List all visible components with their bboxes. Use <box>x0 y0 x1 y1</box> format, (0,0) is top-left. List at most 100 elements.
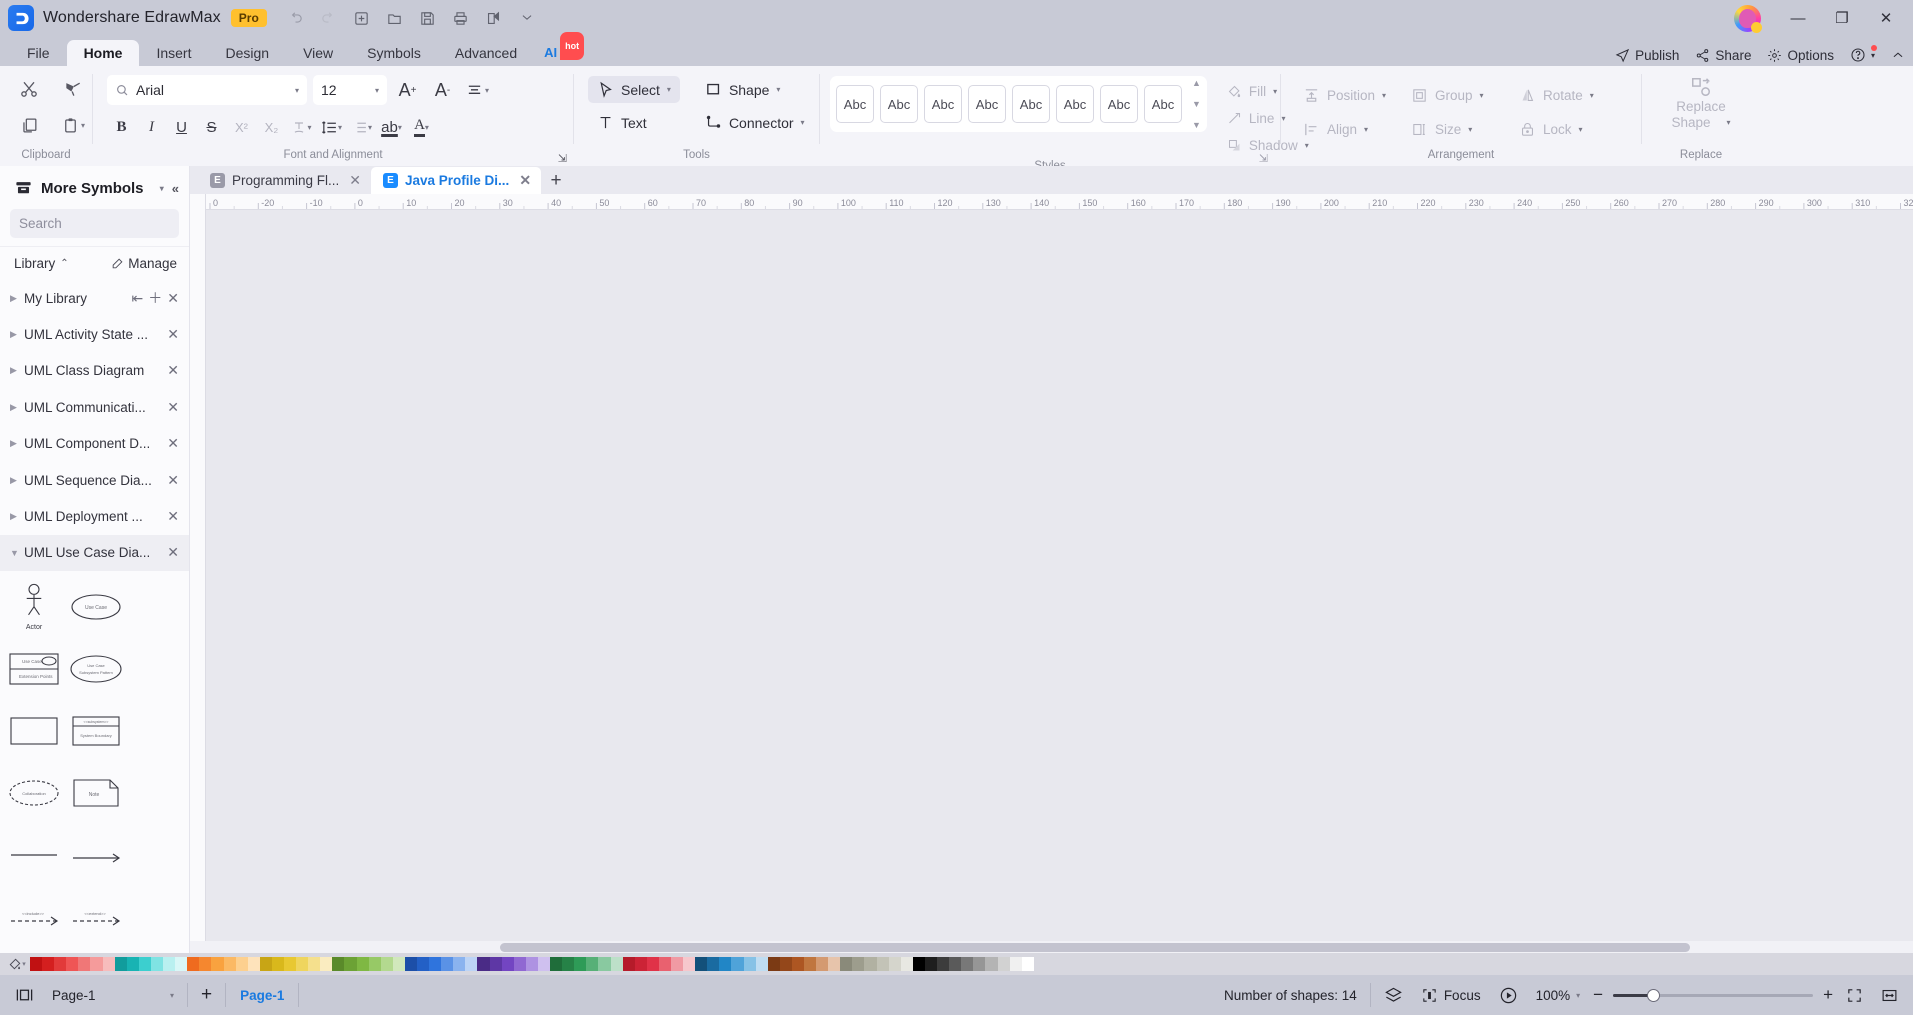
color-swatch[interactable] <box>924 957 938 971</box>
color-swatch[interactable] <box>102 957 115 971</box>
color-swatch[interactable] <box>550 957 563 971</box>
color-swatch[interactable] <box>404 957 417 971</box>
font-family-caret-icon[interactable]: ▾ <box>295 86 299 95</box>
styles-dialog-launcher-icon[interactable]: ⇲ <box>1259 152 1268 165</box>
style-swatch[interactable]: Abc <box>968 85 1006 123</box>
color-swatch[interactable] <box>828 957 841 971</box>
color-swatch[interactable] <box>163 957 176 971</box>
save-icon[interactable] <box>413 5 443 31</box>
color-swatch[interactable] <box>66 957 79 971</box>
zoom-knob[interactable] <box>1647 988 1661 1002</box>
add-page-button[interactable]: + <box>192 981 221 1009</box>
zoom-out-button[interactable]: − <box>1589 985 1607 1005</box>
style-swatch[interactable]: Abc <box>836 85 874 123</box>
sidebar-item-uml-class-diagram[interactable]: ▶ UML Class Diagram ✕ <box>0 353 189 389</box>
rotate-button[interactable]: Rotate ▾ <box>1515 78 1623 112</box>
italic-button[interactable]: I <box>137 112 166 142</box>
remove-library-icon[interactable]: ✕ <box>162 472 179 489</box>
color-swatch[interactable] <box>949 957 962 971</box>
help-icon[interactable]: ▾ <box>1850 45 1878 63</box>
add-library-icon[interactable]: ＋ <box>143 288 162 308</box>
color-swatch[interactable] <box>888 957 901 971</box>
color-swatch[interactable] <box>779 957 792 971</box>
color-swatch[interactable] <box>634 957 647 971</box>
symbol-use-case[interactable]: Use Case <box>66 577 126 637</box>
text-effect-icon[interactable]: ▾ <box>287 112 316 142</box>
color-swatch[interactable] <box>417 957 430 971</box>
color-swatch[interactable] <box>199 957 212 971</box>
open-icon[interactable] <box>380 5 410 31</box>
color-swatch[interactable] <box>840 957 853 971</box>
color-swatch[interactable] <box>574 957 587 971</box>
style-swatch[interactable]: Abc <box>880 85 918 123</box>
font-family-input[interactable]: Arial ▾ <box>107 75 307 105</box>
shape-tool-button[interactable]: Shape ▾ <box>696 76 814 103</box>
menu-tab-advanced[interactable]: Advanced <box>438 40 534 66</box>
text-tool-button[interactable]: Text <box>588 109 680 136</box>
color-swatch[interactable] <box>513 957 526 971</box>
format-painter-icon[interactable] <box>52 72 94 106</box>
menu-tab-symbols[interactable]: Symbols <box>350 40 438 66</box>
collapse-ribbon-icon[interactable] <box>1891 48 1905 62</box>
bullet-list-icon[interactable]: ▾ <box>347 112 376 142</box>
color-swatch[interactable] <box>562 957 575 971</box>
style-swatch[interactable]: Abc <box>924 85 962 123</box>
horizontal-scrollbar-thumb[interactable] <box>500 942 1690 952</box>
color-swatch[interactable] <box>283 957 297 971</box>
style-swatch[interactable]: Abc <box>1144 85 1182 123</box>
select-tool-button[interactable]: Select ▾ <box>588 76 680 103</box>
bold-button[interactable]: B <box>107 112 136 142</box>
new-tab-button[interactable]: + <box>541 167 571 194</box>
color-swatch[interactable] <box>441 957 454 971</box>
line-spacing-icon[interactable]: ▾ <box>317 112 346 142</box>
color-swatch[interactable] <box>308 957 321 971</box>
close-tab-icon[interactable]: ✕ <box>349 172 361 189</box>
menu-tab-insert[interactable]: Insert <box>139 40 208 66</box>
import-library-icon[interactable]: ⇤ <box>127 290 144 307</box>
print-icon[interactable] <box>446 5 476 31</box>
size-button[interactable]: Size ▾ <box>1407 112 1515 146</box>
color-swatch[interactable] <box>707 957 720 971</box>
color-swatch[interactable] <box>42 957 55 971</box>
remove-library-icon[interactable]: ✕ <box>162 435 179 452</box>
increase-font-size-icon[interactable]: A + <box>393 75 422 105</box>
color-swatch[interactable] <box>429 957 442 971</box>
color-swatch[interactable] <box>175 957 188 971</box>
symbol-system-boundary[interactable]: <<subsystem>> System Boundary <box>66 701 126 761</box>
minimize-button[interactable]: — <box>1777 1 1819 35</box>
page-view-icon[interactable] <box>6 981 43 1009</box>
color-swatch[interactable] <box>78 957 91 971</box>
maximize-button[interactable]: ❐ <box>1821 1 1863 35</box>
symbol-line[interactable] <box>4 825 64 885</box>
replace-shape-button[interactable]: Replace Shape ▾ <box>1654 72 1748 130</box>
color-swatch[interactable] <box>247 957 260 971</box>
color-swatch[interactable] <box>646 957 659 971</box>
presentation-icon[interactable] <box>1490 981 1527 1009</box>
sidebar-item-my-library[interactable]: ▶ My Library ⇤ ＋ ✕ <box>0 280 189 316</box>
undo-icon[interactable] <box>281 5 311 31</box>
more-options-icon[interactable] <box>512 5 542 31</box>
document-tab-java-profile[interactable]: E Java Profile Di... ✕ <box>371 167 542 195</box>
color-swatch[interactable] <box>816 957 829 971</box>
sidebar-item-uml-deployment[interactable]: ▶ UML Deployment ... ✕ <box>0 498 189 534</box>
gallery-scroll-down-icon[interactable]: ▼ <box>1192 99 1201 109</box>
color-swatch[interactable] <box>537 957 551 971</box>
symbol-extend[interactable]: <<extend>> <box>66 887 126 947</box>
lock-button[interactable]: Lock ▾ <box>1515 112 1623 146</box>
export-icon[interactable] <box>479 5 509 31</box>
color-swatch[interactable] <box>719 957 732 971</box>
sidebar-item-uml-component-diagram[interactable]: ▶ UML Component D... ✕ <box>0 425 189 461</box>
color-swatch[interactable] <box>852 957 865 971</box>
color-swatch[interactable] <box>937 957 950 971</box>
color-swatch[interactable] <box>1009 957 1022 971</box>
color-swatch[interactable] <box>368 957 381 971</box>
menu-tab-home[interactable]: Home <box>66 40 140 66</box>
document-tab-programming-flow[interactable]: E Programming Fl... ✕ <box>198 167 371 194</box>
remove-library-icon[interactable]: ✕ <box>162 508 179 525</box>
symbol-use-case-extension-points[interactable]: Use Case Extension Points <box>4 639 64 699</box>
underline-button[interactable]: U <box>167 112 196 142</box>
search-input[interactable] <box>10 215 179 231</box>
text-align-icon[interactable]: ▾ <box>463 75 492 105</box>
text-highlight-icon[interactable]: ab ▾ <box>377 112 406 142</box>
sidebar-item-uml-use-case-diagram[interactable]: ▼ UML Use Case Dia... ✕ <box>0 534 189 572</box>
